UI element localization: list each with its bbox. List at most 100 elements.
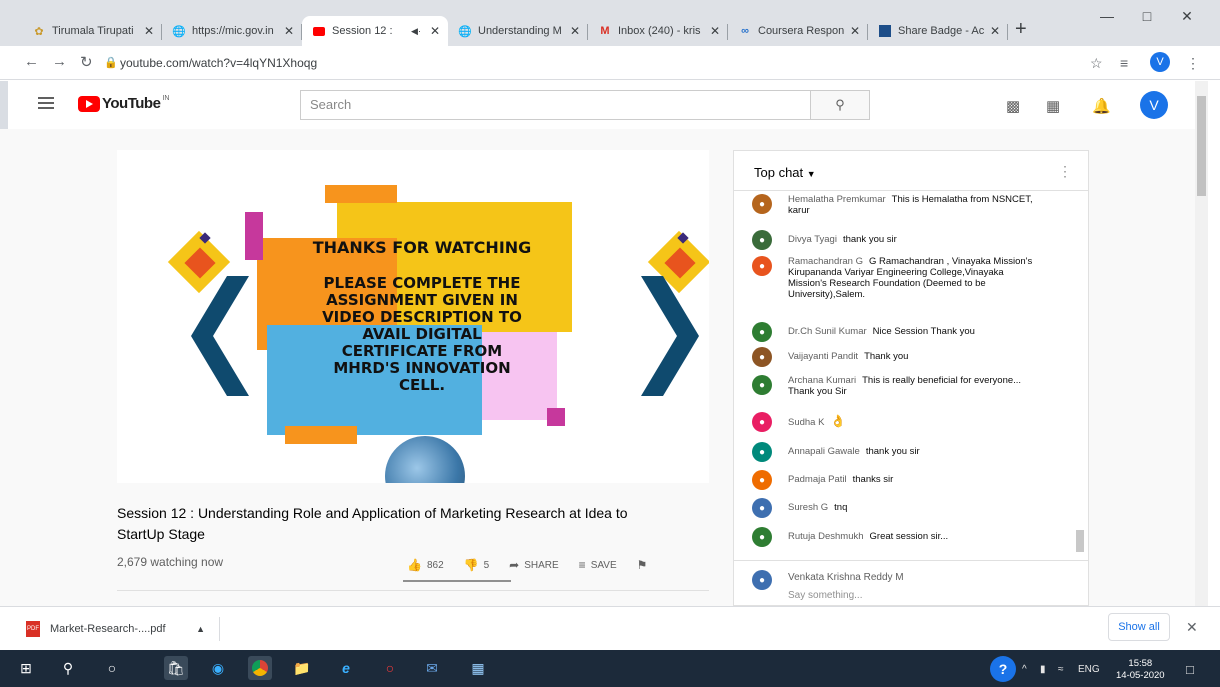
chat-message: ● Dr.Ch Sunil Kumar Nice Session Thank yo… (752, 322, 1040, 342)
show-all-button[interactable]: Show all (1108, 613, 1170, 641)
chat-avatar[interactable]: ● (752, 347, 772, 367)
chevron-up-icon[interactable]: ▲ (196, 624, 205, 634)
chat-avatar[interactable]: ● (752, 194, 772, 214)
close-tab-icon[interactable]: ✕ (428, 24, 442, 38)
chat-scrollbar-thumb[interactable] (1076, 530, 1084, 552)
chat-mode-label: Top chat (754, 165, 804, 180)
language-indicator[interactable]: ENG (1078, 664, 1100, 675)
close-tab-icon[interactable]: ✕ (988, 24, 1002, 38)
audio-playing-icon[interactable]: ◀· (408, 26, 424, 37)
forward-button[interactable]: → (52, 53, 67, 70)
chat-author: Padmaja Patil (788, 474, 847, 485)
chat-input[interactable]: Say something... (788, 590, 862, 601)
chat-mode-dropdown[interactable]: Top chat ▼ (754, 165, 816, 180)
chat-avatar[interactable]: ● (752, 230, 772, 250)
new-tab-button[interactable]: + (1015, 18, 1027, 41)
tab-coursera[interactable]: ∞ Coursera Respon ✕ (728, 16, 868, 46)
search-icon[interactable]: ⚲ (56, 656, 80, 680)
youtube-favicon-icon (312, 24, 326, 38)
maximize-button[interactable]: □ (1137, 8, 1157, 24)
search-button[interactable]: ⚲ (810, 90, 870, 120)
account-avatar[interactable]: V (1140, 91, 1168, 119)
photos-icon[interactable]: ▦ (466, 656, 490, 680)
help-icon[interactable]: ? (990, 656, 1016, 682)
tab-understanding[interactable]: 🌐 Understanding M ✕ (448, 16, 588, 46)
share-button[interactable]: ➦ SHARE (509, 558, 559, 572)
close-window-button[interactable]: ✕ (1177, 8, 1197, 25)
like-button[interactable]: 👍 862 (407, 558, 444, 572)
cortana-icon[interactable]: ○ (100, 656, 124, 680)
browser-menu-icon[interactable]: ⋮ (1186, 55, 1200, 72)
edge-icon[interactable]: ◉ (206, 656, 230, 680)
mail-icon[interactable]: ✉ (420, 656, 444, 680)
close-tab-icon[interactable]: ✕ (568, 24, 582, 38)
gmail-icon: M (600, 25, 610, 37)
youtube-wordmark: YouTube (102, 95, 161, 112)
opera-icon[interactable]: ○ (378, 656, 402, 680)
close-tab-icon[interactable]: ✕ (708, 24, 722, 38)
chat-author: Annapali Gawale (788, 446, 860, 457)
reading-list-icon[interactable]: ≡ (1120, 55, 1128, 71)
chat-avatar[interactable]: ● (752, 498, 772, 518)
tab-share-badge[interactable]: Share Badge - Ac ✕ (868, 16, 1008, 46)
chat-avatar[interactable]: ● (752, 527, 772, 547)
youtube-logo[interactable]: YouTube IN (78, 95, 169, 112)
page-scrollbar-thumb[interactable] (1197, 96, 1206, 196)
download-filename: Market-Research-....pdf (50, 623, 166, 635)
clock-date: 14-05-2020 (1116, 670, 1165, 681)
close-tab-icon[interactable]: ✕ (282, 24, 296, 38)
lock-icon[interactable]: 🔒 (104, 56, 118, 69)
file-explorer-icon[interactable]: 📁 (290, 656, 314, 680)
chat-avatar[interactable]: ● (752, 412, 772, 432)
video-player[interactable]: THANKS FOR WATCHING PLEASE COMPLETE THE … (117, 150, 709, 483)
chat-message: ● Rutuja Deshmukh Great session sir... (752, 527, 1040, 547)
bookmark-star-icon[interactable]: ☆ (1090, 55, 1103, 72)
more-options-icon[interactable]: ⋮ (1058, 163, 1072, 180)
battery-icon[interactable]: ▮ (1040, 664, 1046, 675)
tab-mic[interactable]: 🌐 https://mic.gov.in ✕ (162, 16, 302, 46)
download-item[interactable]: PDF Market-Research-....pdf ▲ (26, 617, 220, 641)
chat-input-author: Venkata Krishna Reddy M (788, 572, 904, 583)
like-count: 862 (426, 559, 444, 571)
search-placeholder: Search (310, 97, 352, 112)
save-button[interactable]: ≡ SAVE (579, 558, 617, 572)
close-tab-icon[interactable]: ✕ (142, 24, 156, 38)
dislike-button[interactable]: 👎 5 (464, 558, 490, 572)
clock[interactable]: 15:58 14-05-2020 (1116, 658, 1165, 682)
create-video-icon[interactable]: ▩ (1006, 97, 1020, 115)
report-button[interactable]: ⚑ (637, 558, 653, 572)
back-button[interactable]: ← (24, 53, 39, 70)
search-icon: ⚲ (835, 97, 845, 112)
internet-explorer-icon[interactable]: e (334, 656, 358, 680)
slide-line: VIDEO DESCRIPTION TO (322, 308, 522, 326)
notifications-bell-icon[interactable]: 🔔 (1092, 97, 1111, 115)
reload-button[interactable]: ↻ (80, 53, 93, 71)
close-shelf-icon[interactable]: ✕ (1186, 619, 1198, 636)
store-icon[interactable]: 🛍 (164, 656, 188, 680)
tab-inbox[interactable]: M Inbox (240) - kris ✕ (588, 16, 728, 46)
network-icon[interactable]: ≈ (1058, 664, 1064, 675)
chat-avatar[interactable]: ● (752, 470, 772, 490)
windows-start-icon[interactable]: ⊞ (14, 656, 38, 680)
ok-hand-emoji: 👌 (830, 414, 846, 428)
chat-avatar[interactable]: ● (752, 442, 772, 462)
hamburger-menu-icon[interactable] (38, 97, 54, 109)
chat-avatar[interactable]: ● (752, 322, 772, 342)
notification-center-icon[interactable]: □ (1186, 662, 1194, 677)
search-input[interactable] (300, 90, 810, 120)
tab-session-12[interactable]: Session 12 : ◀· ✕ (302, 16, 448, 46)
chat-author: Archana Kumari (788, 375, 857, 386)
chat-avatar[interactable]: ● (752, 256, 772, 276)
tray-expand-icon[interactable]: ^ (1022, 664, 1027, 675)
profile-avatar[interactable]: V (1150, 52, 1170, 72)
address-bar[interactable]: youtube.com/watch?v=4lqYN1Xhoqg (120, 56, 317, 70)
close-tab-icon[interactable]: ✕ (848, 24, 862, 38)
minimize-button[interactable]: — (1097, 8, 1117, 24)
chat-avatar[interactable]: ● (752, 375, 772, 395)
chat-message: ● Sudha K 👌 (752, 412, 1040, 432)
chat-divider (734, 190, 1088, 191)
chat-message: ● Annapali Gawale thank you sir (752, 442, 1040, 462)
apps-grid-icon[interactable]: ▦ (1046, 97, 1060, 115)
chrome-icon[interactable] (248, 656, 272, 680)
tab-tirumala[interactable]: ✿ Tirumala Tirupati ✕ (22, 16, 162, 46)
